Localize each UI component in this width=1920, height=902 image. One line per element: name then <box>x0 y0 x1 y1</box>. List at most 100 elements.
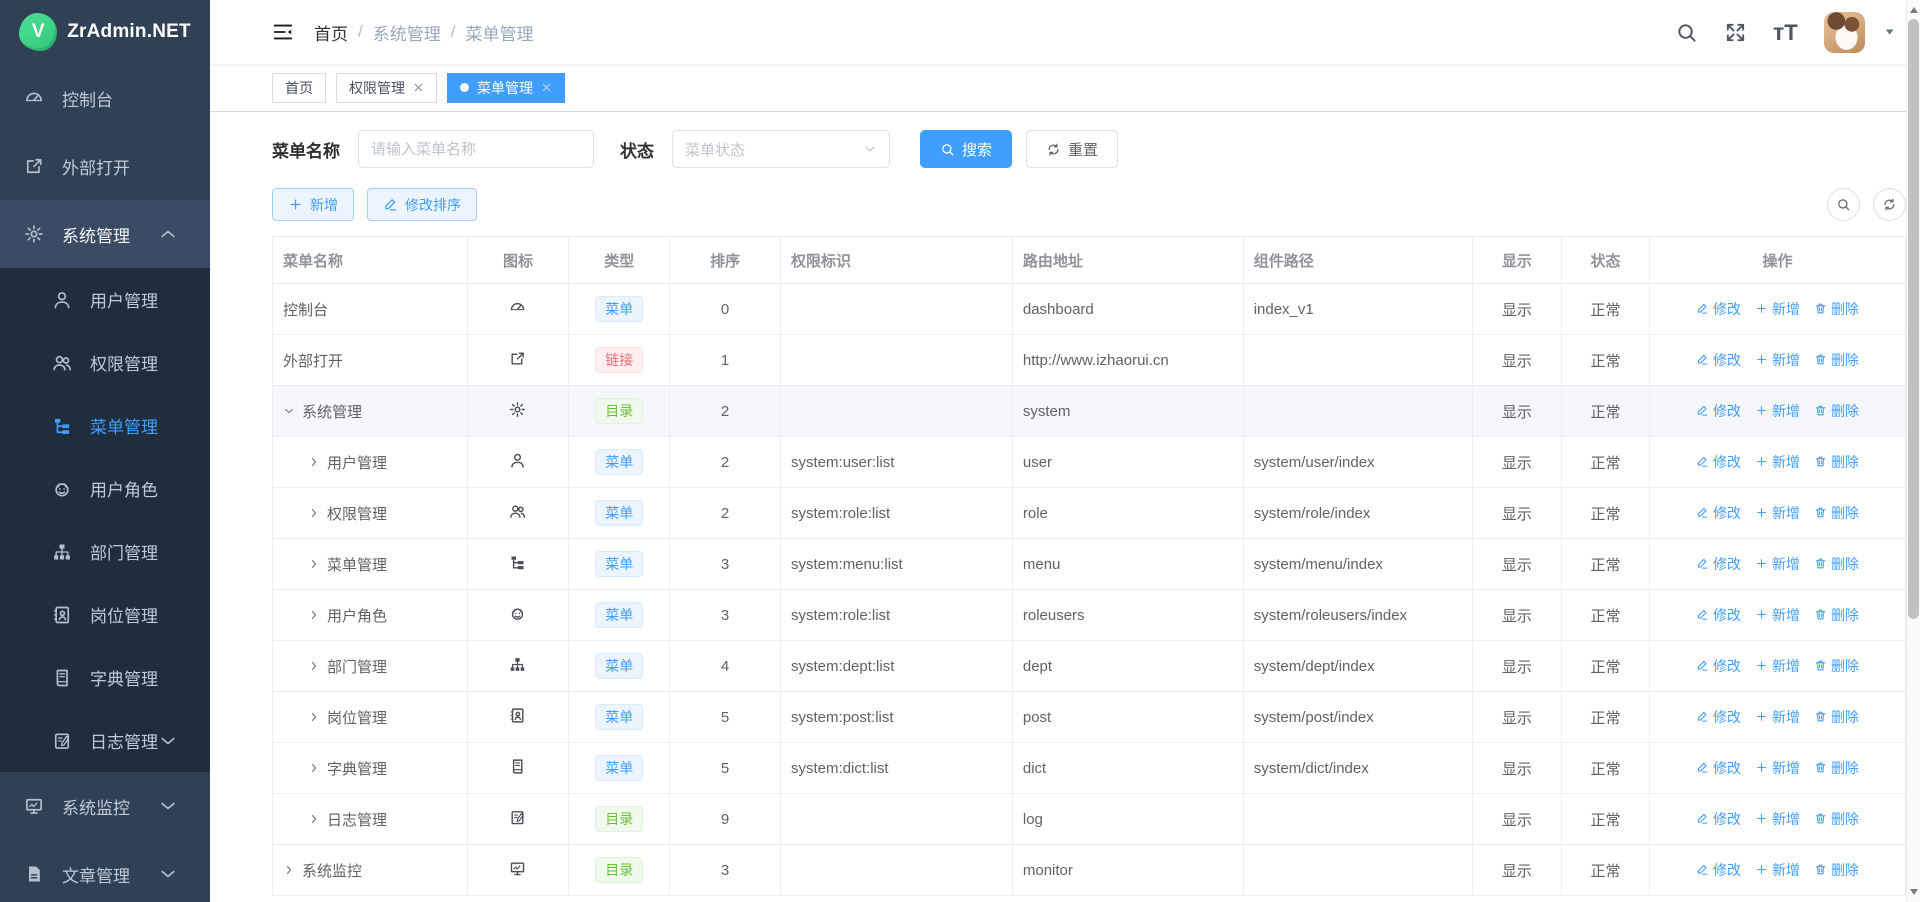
page-scrollbar[interactable] <box>1906 0 1920 902</box>
row-delete-button[interactable]: 删除 <box>1814 656 1859 676</box>
row-edit-button[interactable]: 修改 <box>1696 707 1741 727</box>
breadcrumb-item[interactable]: 首页 <box>314 20 348 45</box>
sidebar-item-dict[interactable]: 字典管理 <box>0 646 210 709</box>
scrollbar-down-arrow[interactable] <box>1907 884 1920 900</box>
sort-button[interactable]: 修改排序 <box>367 188 477 221</box>
row-expand-icon[interactable] <box>308 711 320 723</box>
add-button[interactable]: 新增 <box>272 188 354 221</box>
sitemap-icon <box>52 542 72 562</box>
cell-route: user <box>1012 437 1243 488</box>
font-size-button[interactable]: тT <box>1773 19 1798 46</box>
cell-status: 正常 <box>1562 539 1650 590</box>
menu-name: 系统管理 <box>302 401 362 422</box>
sidebar-item-monitor[interactable]: 系统监控 <box>0 772 210 840</box>
plus-icon <box>288 197 303 212</box>
logo[interactable]: V ZrAdmin.NET <box>0 0 210 64</box>
menu-name-input[interactable] <box>358 130 594 168</box>
row-add-button[interactable]: 新增 <box>1755 401 1800 421</box>
tab-首页[interactable]: 首页 <box>272 73 326 103</box>
table-refresh-button[interactable] <box>1873 188 1906 221</box>
row-add-button[interactable]: 新增 <box>1755 554 1800 574</box>
row-add-button[interactable]: 新增 <box>1755 452 1800 472</box>
row-expand-icon[interactable] <box>308 456 320 468</box>
row-edit-button[interactable]: 修改 <box>1696 605 1741 625</box>
reset-button[interactable]: 重置 <box>1026 130 1118 168</box>
row-add-button[interactable]: 新增 <box>1755 299 1800 319</box>
sidebar-collapse-button[interactable] <box>272 21 294 43</box>
row-add-button[interactable]: 新增 <box>1755 503 1800 523</box>
row-expand-icon[interactable] <box>283 864 295 876</box>
cell-actions: 修改新增删除 <box>1649 488 1905 539</box>
search-button[interactable]: 搜索 <box>920 130 1012 168</box>
row-add-label: 新增 <box>1772 707 1800 727</box>
row-delete-button[interactable]: 删除 <box>1814 809 1859 829</box>
sidebar-item-post[interactable]: 岗位管理 <box>0 583 210 646</box>
row-edit-label: 修改 <box>1713 656 1741 676</box>
row-delete-button[interactable]: 删除 <box>1814 605 1859 625</box>
sidebar-item-menu[interactable]: 菜单管理 <box>0 394 210 457</box>
row-add-button[interactable]: 新增 <box>1755 758 1800 778</box>
row-edit-button[interactable]: 修改 <box>1696 860 1741 880</box>
row-edit-button[interactable]: 修改 <box>1696 503 1741 523</box>
row-add-button[interactable]: 新增 <box>1755 860 1800 880</box>
row-expand-icon[interactable] <box>308 660 320 672</box>
row-delete-button[interactable]: 删除 <box>1814 860 1859 880</box>
row-delete-button[interactable]: 删除 <box>1814 503 1859 523</box>
row-add-button[interactable]: 新增 <box>1755 707 1800 727</box>
cell-name: 字典管理 <box>273 743 468 794</box>
tab-权限管理[interactable]: 权限管理 <box>336 73 437 103</box>
row-delete-button[interactable]: 删除 <box>1814 707 1859 727</box>
row-delete-button[interactable]: 删除 <box>1814 554 1859 574</box>
row-add-button[interactable]: 新增 <box>1755 809 1800 829</box>
row-edit-button[interactable]: 修改 <box>1696 350 1741 370</box>
row-delete-button[interactable]: 删除 <box>1814 758 1859 778</box>
tab-菜单管理[interactable]: 菜单管理 <box>447 73 565 103</box>
user-menu-caret[interactable] <box>1883 25 1896 38</box>
avatar[interactable] <box>1824 12 1865 53</box>
sidebar-item-external[interactable]: 外部打开 <box>0 132 210 200</box>
sidebar-item-roleusers[interactable]: 用户角色 <box>0 457 210 520</box>
row-expand-icon[interactable] <box>308 507 320 519</box>
row-expand-icon[interactable] <box>308 813 320 825</box>
row-delete-button[interactable]: 删除 <box>1814 452 1859 472</box>
tab-close-icon[interactable] <box>541 82 552 93</box>
sidebar-item-dept[interactable]: 部门管理 <box>0 520 210 583</box>
row-expand-icon[interactable] <box>308 609 320 621</box>
sort-button-label: 修改排序 <box>405 195 461 215</box>
row-add-button[interactable]: 新增 <box>1755 605 1800 625</box>
fullscreen-button[interactable] <box>1724 21 1747 44</box>
sidebar-item-user[interactable]: 用户管理 <box>0 268 210 331</box>
status-select[interactable]: 菜单状态 <box>672 130 890 168</box>
row-edit-button[interactable]: 修改 <box>1696 809 1741 829</box>
scrollbar-thumb[interactable] <box>1908 19 1919 619</box>
row-add-button[interactable]: 新增 <box>1755 656 1800 676</box>
plus-icon <box>1755 404 1768 417</box>
row-edit-button[interactable]: 修改 <box>1696 656 1741 676</box>
row-delete-button[interactable]: 删除 <box>1814 299 1859 319</box>
row-expand-icon[interactable] <box>308 558 320 570</box>
sidebar-item-dashboard[interactable]: 控制台 <box>0 64 210 132</box>
sidebar-item-role[interactable]: 权限管理 <box>0 331 210 394</box>
row-delete-button[interactable]: 删除 <box>1814 350 1859 370</box>
row-edit-button[interactable]: 修改 <box>1696 758 1741 778</box>
header-search-button[interactable] <box>1675 21 1698 44</box>
row-add-button[interactable]: 新增 <box>1755 350 1800 370</box>
row-edit-button[interactable]: 修改 <box>1696 452 1741 472</box>
sidebar-item-system[interactable]: 系统管理 <box>0 200 210 268</box>
row-delete-button[interactable]: 删除 <box>1814 401 1859 421</box>
scrollbar-up-arrow[interactable] <box>1907 2 1920 18</box>
logo-letter: V <box>32 21 45 43</box>
robot-icon <box>509 605 526 622</box>
row-expand-icon[interactable] <box>308 762 320 774</box>
row-edit-button[interactable]: 修改 <box>1696 401 1741 421</box>
sidebar-item-article[interactable]: 文章管理 <box>0 840 210 902</box>
edit-icon <box>1696 659 1709 672</box>
table-search-toggle-button[interactable] <box>1827 188 1860 221</box>
sidebar-item-log[interactable]: 日志管理 <box>0 709 210 772</box>
row-collapse-icon[interactable] <box>283 405 295 417</box>
row-edit-button[interactable]: 修改 <box>1696 554 1741 574</box>
cell-icon <box>467 386 569 437</box>
robot-icon <box>52 479 72 499</box>
tab-close-icon[interactable] <box>413 82 424 93</box>
row-edit-button[interactable]: 修改 <box>1696 299 1741 319</box>
